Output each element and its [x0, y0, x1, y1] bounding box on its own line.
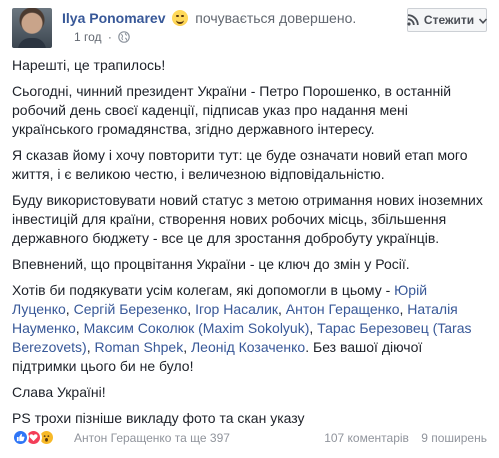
paragraph: Я сказав йому і хочу повторити тут: це б… [12, 147, 468, 182]
paragraph: Нарешті, це трапилось! [12, 57, 166, 73]
thanks-paragraph: Хотів би подякувати усім колегам, які до… [12, 282, 472, 374]
rss-follow-icon [407, 14, 419, 26]
mention-link[interactable]: Антон Геращенко [286, 301, 400, 317]
follow-button[interactable]: Стежити [407, 8, 488, 32]
globe-icon[interactable] [118, 31, 131, 46]
author-name[interactable]: Ilya Ponomarev [62, 10, 166, 26]
paragraph: Буду використовувати новий статус з мето… [12, 192, 483, 246]
reactors-link[interactable]: Антон Геращенко та ще 397 [74, 431, 230, 445]
post-header: Ilya Ponomarev почувається довершено. 1 … [12, 8, 488, 48]
paragraph: Сьогодні, чинний президент України - Пет… [12, 83, 452, 137]
thanks-intro: Хотів би подякувати усім колегам, які до… [12, 282, 391, 298]
mention-link[interactable]: Максим Соколюк (Maxim Sokolyuk) [84, 320, 310, 336]
mention-link[interactable]: Сергій Березенко [74, 301, 188, 317]
follow-label: Стежити [423, 13, 475, 27]
mention-link[interactable]: Ігор Насалик [195, 301, 278, 317]
mention-link[interactable]: Roman Shpek [94, 339, 183, 355]
paragraph: PS трохи пізніше викладу фото та скан ук… [12, 410, 305, 426]
like-reaction-icon [12, 429, 29, 446]
author-avatar[interactable] [12, 8, 52, 48]
mention-link[interactable]: Леонід Козаченко [191, 339, 305, 355]
feeling-emoji-icon [172, 10, 189, 26]
post-time[interactable]: 1 год [74, 30, 102, 44]
shares-count[interactable]: 9 поширень [421, 431, 487, 445]
author-line: Ilya Ponomarev почувається довершено. [62, 10, 356, 26]
post-meta: 1 год · [74, 30, 131, 46]
post-footer: Антон Геращенко та ще 397 107 коментарів… [12, 428, 487, 448]
paragraph: Слава Україні! [12, 384, 106, 400]
engagement-counts: 107 коментарів 9 поширень [315, 431, 487, 445]
feeling-text: почувається довершено. [195, 10, 357, 26]
paragraph: Впевнений, що процвітання України - це к… [12, 256, 410, 272]
facebook-post: Ilya Ponomarev почувається довершено. 1 … [0, 0, 499, 458]
meta-separator: · [107, 30, 112, 44]
comments-count[interactable]: 107 коментарів [324, 431, 409, 445]
reactions-summary[interactable] [12, 429, 55, 446]
post-body: Нарешті, це трапилось! Сьогодні, чинний … [12, 56, 487, 435]
chevron-down-icon [479, 13, 488, 27]
